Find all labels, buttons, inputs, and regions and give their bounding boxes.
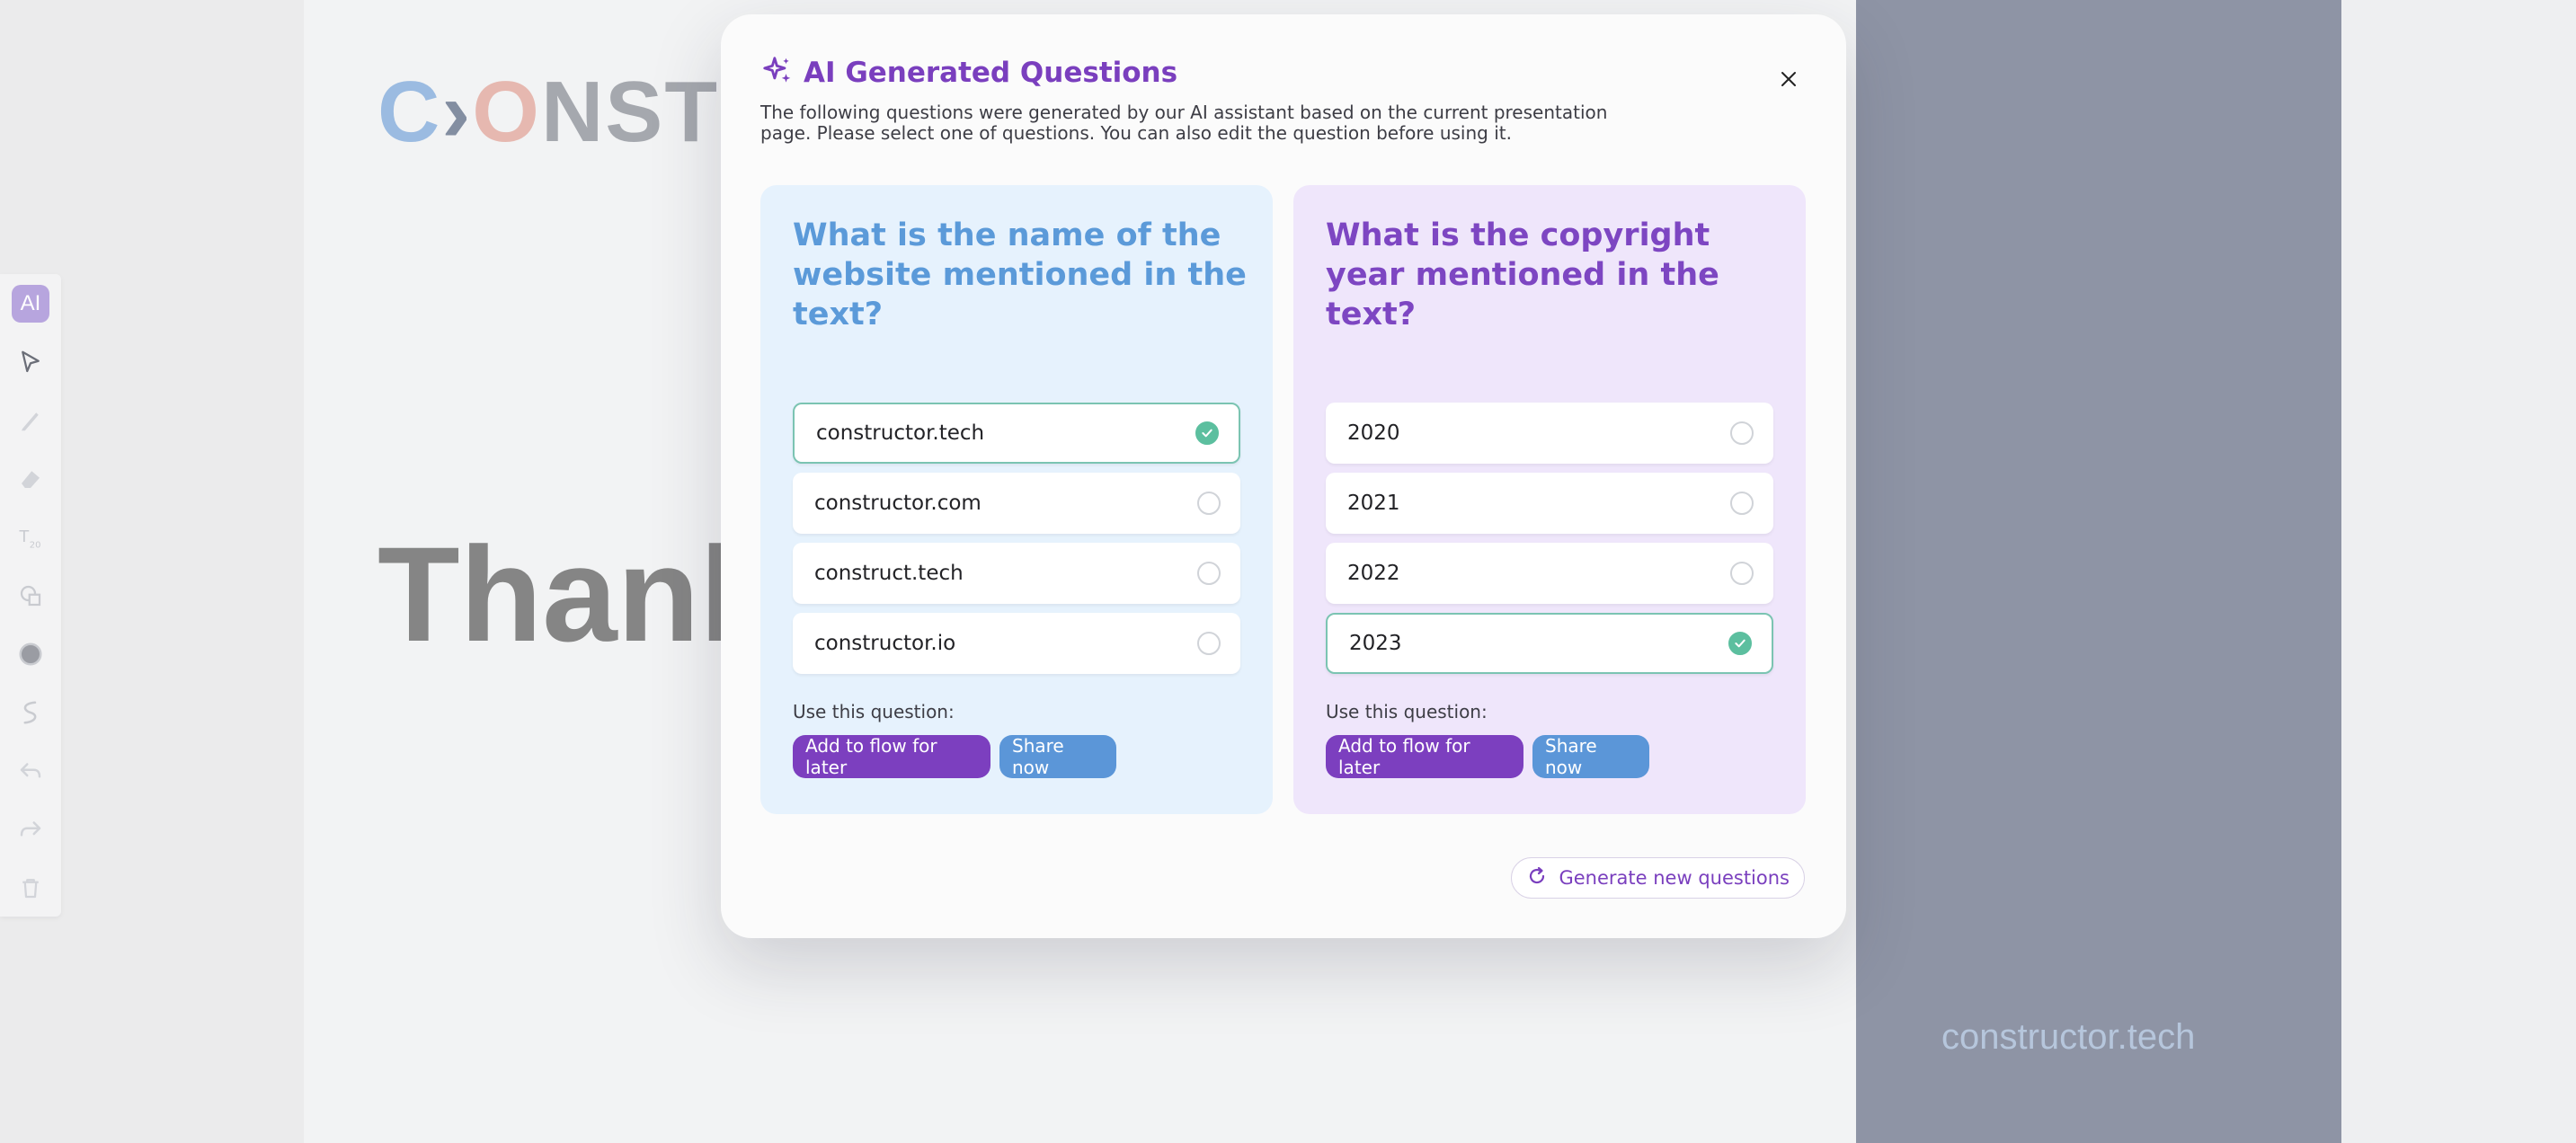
refresh-icon <box>1526 865 1548 890</box>
use-question-label: Use this question: <box>793 701 955 722</box>
checkbox-icon[interactable] <box>1197 492 1221 515</box>
question-title[interactable]: What is the name of the website mentione… <box>793 216 1251 334</box>
answer-option[interactable]: 2022 <box>1326 543 1773 604</box>
svg-text:20: 20 <box>30 540 41 550</box>
redo-icon[interactable] <box>12 811 49 848</box>
generate-label: Generate new questions <box>1559 867 1790 889</box>
color-icon[interactable] <box>12 635 49 673</box>
checkbox-icon[interactable] <box>1197 562 1221 585</box>
add-to-flow-button[interactable]: Add to flow for later <box>1326 735 1523 778</box>
dialog-header: AI Generated Questions <box>760 54 1177 92</box>
pen-icon[interactable] <box>12 402 49 439</box>
answer-label[interactable]: 2022 <box>1347 562 1400 585</box>
checkbox-icon[interactable] <box>1197 632 1221 655</box>
add-to-flow-button[interactable]: Add to flow for later <box>793 735 990 778</box>
answer-label[interactable]: constructor.com <box>814 492 982 515</box>
cursor-icon[interactable] <box>12 343 49 381</box>
close-button[interactable] <box>1769 61 1808 101</box>
question-title[interactable]: What is the copyright year mentioned in … <box>1326 216 1784 334</box>
answer-option[interactable]: constructor.io <box>793 613 1240 674</box>
checkbox-icon[interactable] <box>1730 562 1754 585</box>
answer-label[interactable]: constructor.io <box>814 632 955 655</box>
slide-heading: Thank <box>378 518 775 669</box>
answer-option[interactable]: 2023 <box>1326 613 1773 674</box>
trash-icon[interactable] <box>12 869 49 907</box>
checkbox-checked-icon[interactable] <box>1728 632 1752 655</box>
answer-label[interactable]: construct.tech <box>814 562 964 585</box>
answer-option[interactable]: construct.tech <box>793 543 1240 604</box>
slide-footer-text: constructor.tech <box>1941 1017 2196 1057</box>
share-now-button[interactable]: Share now <box>999 735 1116 778</box>
checkbox-icon[interactable] <box>1730 421 1754 445</box>
answer-label[interactable]: constructor.tech <box>816 421 984 445</box>
sparkle-icon <box>760 54 795 92</box>
answer-option[interactable]: constructor.tech <box>793 403 1240 464</box>
ai-questions-dialog: AI Generated Questions The following que… <box>721 14 1846 938</box>
generate-new-questions-button[interactable]: Generate new questions <box>1511 857 1805 899</box>
dialog-description: The following questions were generated b… <box>760 102 1608 144</box>
answer-label[interactable]: 2021 <box>1347 492 1400 515</box>
dialog-title: AI Generated Questions <box>804 57 1178 89</box>
share-now-button[interactable]: Share now <box>1532 735 1649 778</box>
question-card-year: What is the copyright year mentioned in … <box>1293 185 1806 814</box>
answer-label[interactable]: 2020 <box>1347 421 1400 445</box>
answer-option[interactable]: constructor.com <box>793 473 1240 534</box>
curve-icon[interactable] <box>12 694 49 731</box>
question-card-website: What is the name of the website mentione… <box>760 185 1273 814</box>
svg-text:T: T <box>19 528 30 546</box>
drawing-toolbar: AI T 20 <box>0 274 61 917</box>
answer-option[interactable]: 2021 <box>1326 473 1773 534</box>
close-icon <box>1778 68 1799 93</box>
checkbox-checked-icon[interactable] <box>1195 421 1219 445</box>
text-size-icon[interactable]: T 20 <box>12 518 49 556</box>
answer-label[interactable]: 2023 <box>1349 632 1402 655</box>
slide-logo: C›ONST <box>378 64 719 160</box>
answer-option[interactable]: 2020 <box>1326 403 1773 464</box>
ai-button[interactable]: AI <box>12 285 49 323</box>
use-question-label: Use this question: <box>1326 701 1488 722</box>
undo-icon[interactable] <box>12 752 49 790</box>
slide-side-panel <box>1856 0 2341 1143</box>
checkbox-icon[interactable] <box>1730 492 1754 515</box>
eraser-icon[interactable] <box>12 460 49 498</box>
shapes-icon[interactable] <box>12 577 49 615</box>
